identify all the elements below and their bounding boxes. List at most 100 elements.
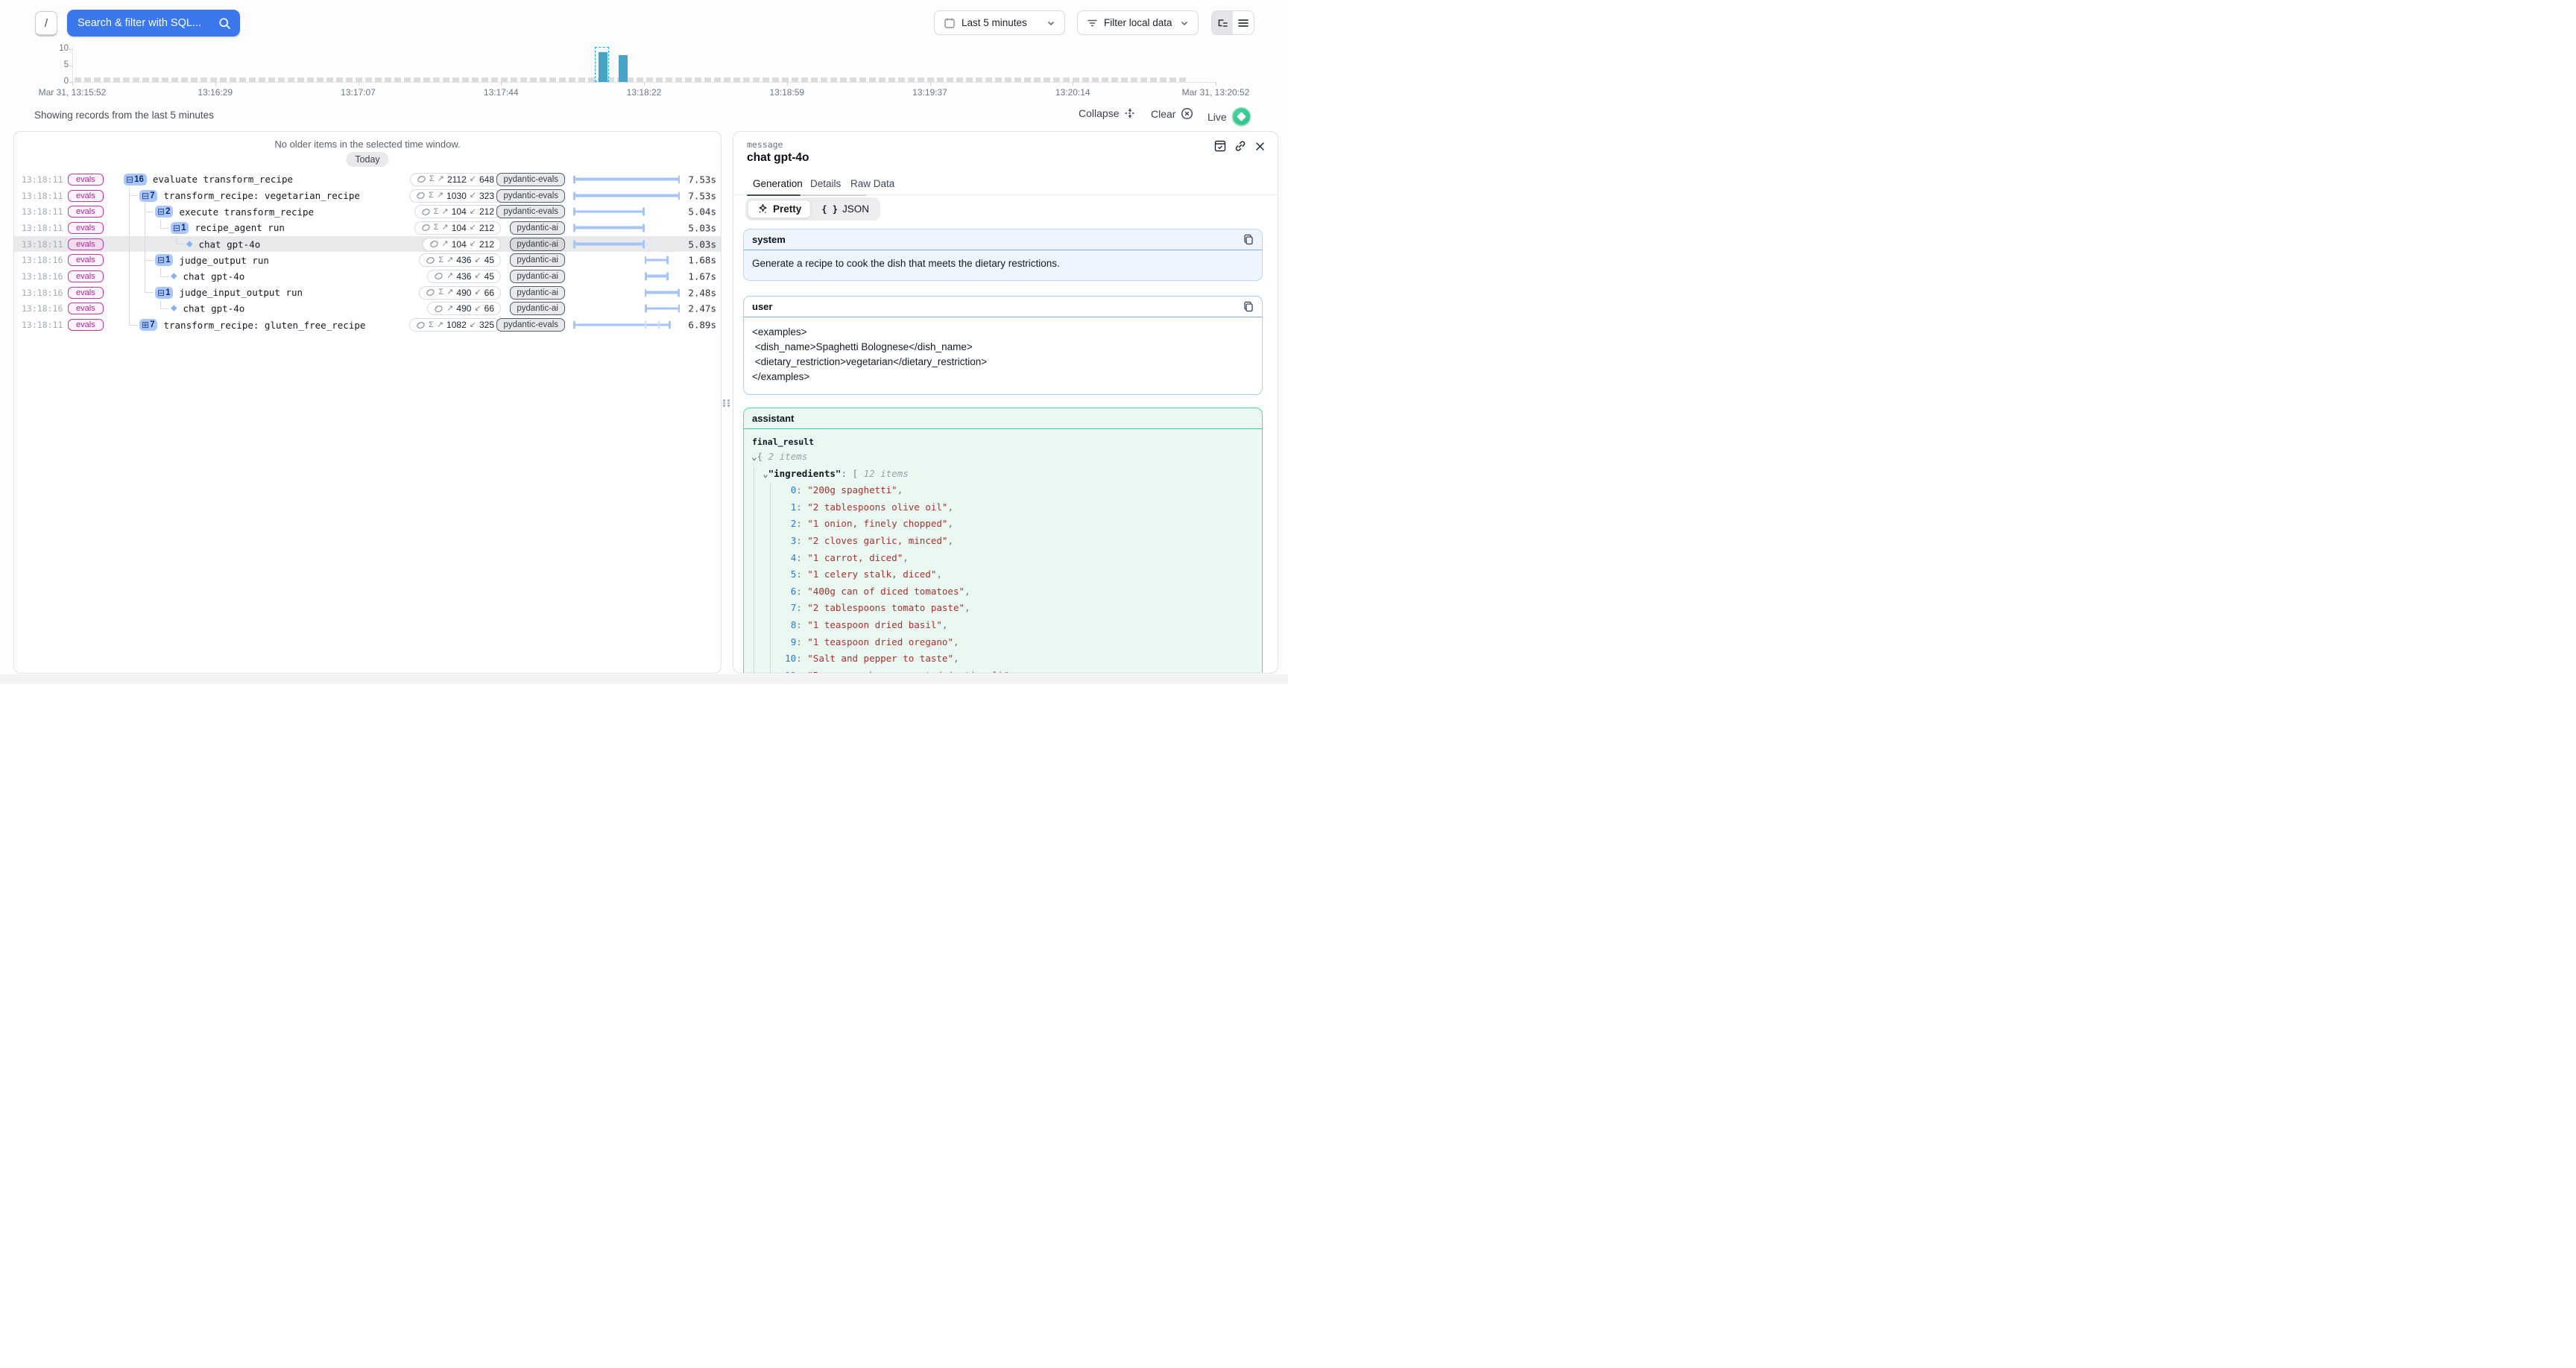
tabs-scrollbar[interactable] — [801, 194, 866, 197]
tree-connector-elbow — [160, 276, 169, 277]
collapse-node-button[interactable]: ⊟1 — [155, 254, 173, 266]
token-usage-badge: ↗490↙66 — [427, 302, 501, 315]
final-result-json-tree[interactable]: ⌄{ 2 items ⌄"ingredients": [ 12 items 0:… — [744, 449, 1262, 674]
expand-node-button[interactable]: ⊞7 — [139, 319, 157, 331]
live-indicator-icon[interactable] — [1232, 107, 1251, 126]
span-name: chat gpt-4o — [183, 270, 244, 282]
service-badge: evals — [68, 190, 104, 202]
instrumentation-badge: pydantic-ai — [510, 253, 565, 267]
trace-row[interactable]: 13:18:16evals◆chat gpt-4o↗490↙66pydantic… — [14, 301, 721, 317]
trace-list-panel: No older items in the selected time wind… — [13, 131, 722, 674]
trace-row[interactable]: 13:18:16evals◆chat gpt-4o↗436↙45pydantic… — [14, 268, 721, 285]
date-pill: Today — [346, 152, 388, 167]
histogram-bar[interactable] — [619, 55, 628, 82]
span-leaf-icon: ◆ — [171, 305, 177, 313]
json-label: JSON — [842, 203, 869, 215]
tree-connector-elbow — [129, 317, 130, 325]
instrumentation-badge: pydantic-ai — [510, 270, 565, 283]
trace-row[interactable]: 13:18:11evals◆chat gpt-4o↗104↙212pydanti… — [14, 236, 721, 253]
row-timestamp: 13:18:11 — [22, 239, 63, 250]
service-badge: evals — [68, 206, 104, 218]
clear-button[interactable]: Clear — [1151, 107, 1193, 120]
collapse-node-button[interactable]: ⊟7 — [139, 190, 157, 202]
search-button[interactable]: Search & filter with SQL... — [67, 10, 240, 37]
x-tick-mark — [930, 82, 931, 86]
span-duration-bar — [573, 272, 680, 280]
time-range-dropdown[interactable]: Last 5 minutes — [934, 10, 1065, 35]
trace-rows: 13:18:11 evals ⊟16 evaluate transform_recip… — [14, 171, 721, 333]
live-toggle[interactable]: Live — [1208, 107, 1251, 126]
tree-connector-elbow — [145, 292, 154, 293]
collapse-node-button[interactable]: ⊟16 — [124, 174, 147, 186]
braces-icon: { } — [821, 204, 838, 215]
token-usage-badge: Σ↗104↙212 — [414, 205, 501, 218]
search-button-label: Search & filter with SQL... — [78, 17, 218, 29]
trace-row[interactable]: 13:18:11evals⊞7transform_recipe: gluten_… — [14, 317, 721, 333]
collapse-node-button[interactable]: ⊟2 — [155, 206, 173, 218]
render-mode-toggle: Pretty { } JSON — [745, 197, 880, 221]
collapse-node-button[interactable]: ⊟1 — [171, 222, 189, 234]
copy-link-icon[interactable] — [1234, 140, 1246, 152]
collapse-node-button[interactable]: ⊟1 — [155, 287, 173, 299]
row-timestamp: 13:18:11 — [22, 206, 63, 217]
tab-generation[interactable]: Generation — [753, 178, 803, 189]
span-name: evaluate transform_recipe — [153, 174, 293, 185]
trace-row[interactable]: 13:18:16evals⊟1judge_input_output runΣ↗4… — [14, 285, 721, 301]
span-duration-bar — [573, 191, 680, 200]
active-tab-underline — [747, 194, 801, 197]
tree-connector-elbow — [145, 260, 154, 261]
json-indent-guide — [770, 484, 771, 674]
service-badge: evals — [68, 319, 104, 331]
filter-local-data-dropdown[interactable]: Filter local data — [1077, 10, 1199, 35]
trace-row[interactable]: 13:18:11evals⊟16evaluate transform_recip… — [14, 171, 721, 188]
chevron-down-icon — [1046, 19, 1055, 28]
collapse-button[interactable]: Collapse — [1079, 107, 1136, 119]
row-timestamp: 13:18:11 — [22, 223, 63, 233]
tree-connector-line — [129, 301, 130, 317]
row-timestamp: 13:18:16 — [22, 303, 63, 314]
span-duration: 6.89s — [688, 320, 716, 331]
span-duration: 1.67s — [688, 270, 716, 282]
x-tick-mark — [644, 82, 645, 86]
span-duration: 5.03s — [688, 222, 716, 233]
tree-view-toggle[interactable] — [1212, 11, 1233, 34]
copy-icon[interactable] — [1243, 301, 1254, 312]
tree-connector-line — [129, 203, 130, 220]
span-duration: 7.53s — [688, 174, 716, 185]
close-icon[interactable] — [1254, 141, 1266, 152]
span-name: execute transform_recipe — [179, 206, 314, 218]
tree-connector-elbow — [160, 301, 161, 309]
list-view-toggle[interactable] — [1233, 11, 1254, 34]
dock-panel-icon[interactable] — [1214, 140, 1226, 152]
system-message-card: system Generate a recipe to cook the dis… — [743, 229, 1263, 281]
span-duration: 1.68s — [688, 255, 716, 266]
trace-row[interactable]: 13:18:11 evals ⊟2 execute transform_recipe Σ… — [14, 203, 721, 220]
tree-connector-elbow — [160, 228, 169, 229]
records-histogram[interactable]: 1050Mar 31, 13:15:5213:16:2913:17:0713:1… — [0, 41, 1288, 101]
instrumentation-badge: pydantic-ai — [510, 302, 565, 315]
user-message-card: user <examples> <dish_name>Spaghetti Bol… — [743, 296, 1263, 395]
y-tick-label: 5 — [64, 60, 69, 69]
service-badge: evals — [68, 254, 104, 266]
trace-row[interactable]: 13:18:11evals⊟7transform_recipe: vegetar… — [14, 188, 721, 204]
tab-details[interactable]: Details — [810, 178, 841, 189]
pretty-toggle[interactable]: Pretty — [748, 200, 811, 218]
service-badge: evals — [68, 222, 104, 234]
trace-row[interactable]: 13:18:16evals⊟1judge_output runΣ↗436↙45p… — [14, 252, 721, 268]
chart-y-axis — [72, 46, 73, 82]
chart-baseline-dashes — [75, 77, 1186, 82]
x-tick-label: 13:19:37 — [912, 87, 947, 98]
panel-resize-handle[interactable] — [722, 396, 731, 411]
json-toggle[interactable]: { } JSON — [812, 200, 878, 218]
token-usage-badge: ↗436↙45 — [427, 270, 501, 283]
time-range-label: Last 5 minutes — [962, 17, 1041, 28]
x-tick-label: Mar 31, 13:20:52 — [1182, 87, 1250, 98]
live-label: Live — [1208, 111, 1227, 123]
instrumentation-badge: pydantic-evals — [496, 318, 565, 332]
tab-raw-data[interactable]: Raw Data — [850, 178, 894, 189]
x-tick-label: 13:16:29 — [198, 87, 233, 98]
token-usage-badge: Σ↗490↙66 — [419, 286, 501, 300]
trace-row[interactable]: 13:18:11evals⊟1recipe_agent runΣ↗104↙212… — [14, 220, 721, 236]
span-leaf-icon: ◆ — [171, 272, 177, 280]
copy-icon[interactable] — [1243, 234, 1254, 245]
